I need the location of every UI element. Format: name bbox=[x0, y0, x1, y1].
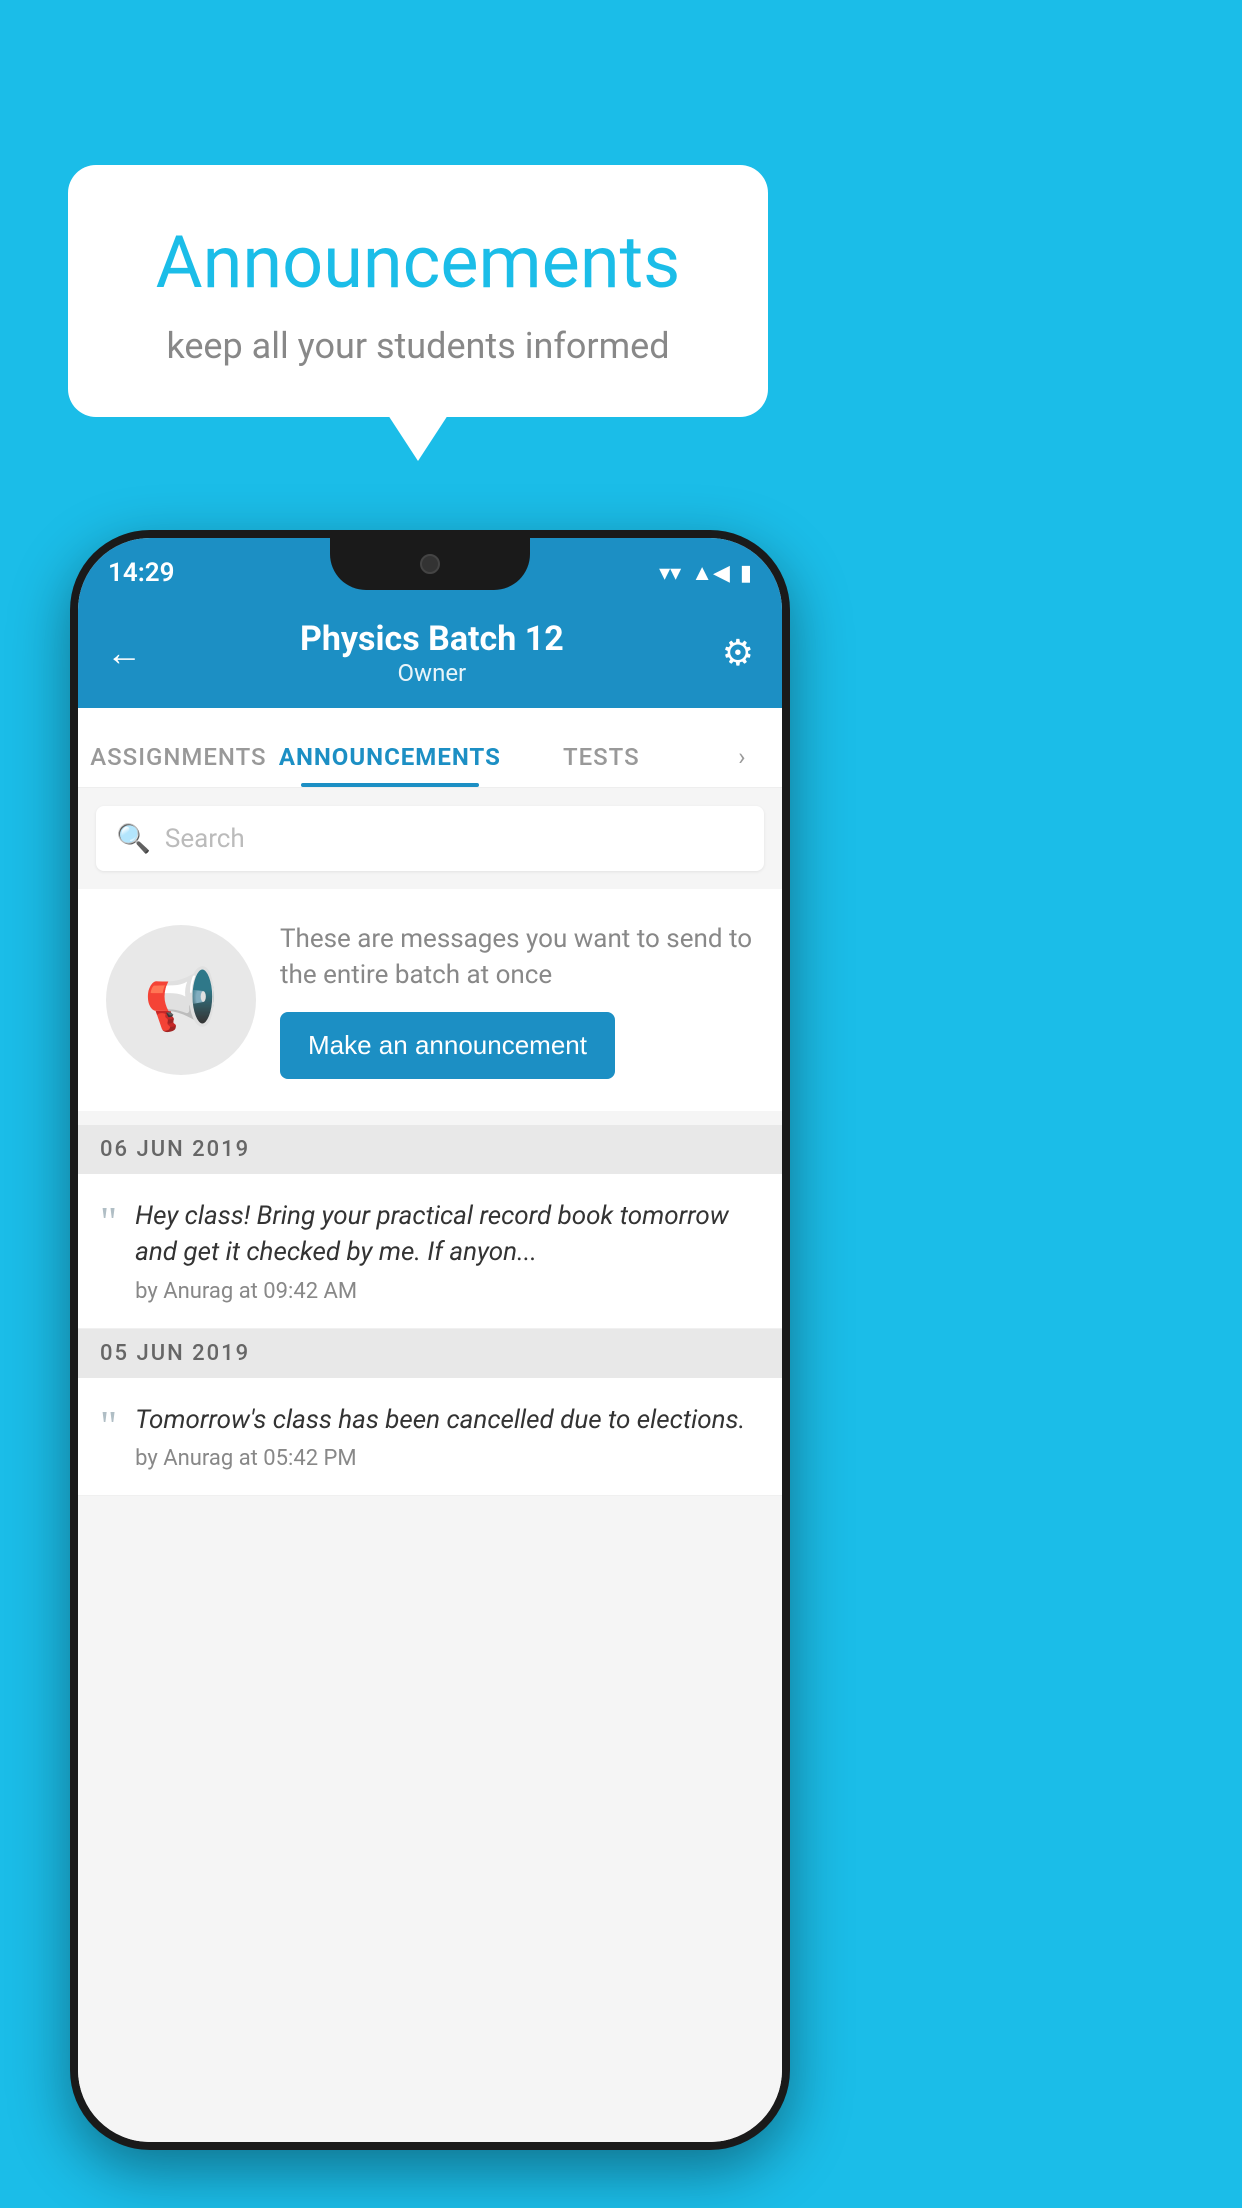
make-announcement-button[interactable]: Make an announcement bbox=[280, 1012, 615, 1079]
battery-icon: ▮ bbox=[740, 561, 752, 586]
announcement-info: These are messages you want to send to t… bbox=[280, 921, 754, 1079]
tab-announcements[interactable]: ANNOUNCEMENTS bbox=[279, 743, 501, 787]
tabs: ASSIGNMENTS ANNOUNCEMENTS TESTS › bbox=[78, 708, 782, 788]
user-role: Owner bbox=[300, 659, 564, 687]
announcement-message-2: Tomorrow's class has been cancelled due … bbox=[135, 1402, 760, 1438]
announcement-meta-1: by Anurag at 09:42 AM bbox=[135, 1279, 760, 1304]
content-area: 🔍 Search 📢 These are messages you want t… bbox=[78, 788, 782, 2142]
tab-tests[interactable]: TESTS bbox=[501, 743, 702, 787]
quote-icon-1: " bbox=[100, 1202, 117, 1244]
announcement-meta-2: by Anurag at 05:42 PM bbox=[135, 1446, 760, 1471]
announcement-text-1: Hey class! Bring your practical record b… bbox=[135, 1198, 760, 1304]
tab-assignments[interactable]: ASSIGNMENTS bbox=[78, 743, 279, 787]
phone-frame: 14:29 ▾▾ ▲◀ ▮ ← Physics Batch 12 Owner ⚙… bbox=[70, 530, 790, 2150]
megaphone-icon: 📢 bbox=[144, 964, 219, 1035]
announcement-empty-state: 📢 These are messages you want to send to… bbox=[78, 889, 782, 1111]
status-icons: ▾▾ ▲◀ ▮ bbox=[659, 560, 752, 586]
megaphone-circle: 📢 bbox=[106, 925, 256, 1075]
header-center: Physics Batch 12 Owner bbox=[300, 619, 564, 687]
app-header: ← Physics Batch 12 Owner ⚙ bbox=[78, 598, 782, 708]
signal-icon: ▲◀ bbox=[691, 560, 730, 586]
date-separator-2: 05 JUN 2019 bbox=[78, 1329, 782, 1378]
settings-icon[interactable]: ⚙ bbox=[722, 632, 754, 674]
search-bar[interactable]: 🔍 Search bbox=[96, 806, 764, 871]
status-time: 14:29 bbox=[108, 558, 175, 588]
wifi-icon: ▾▾ bbox=[659, 561, 681, 586]
speech-bubble: Announcements keep all your students inf… bbox=[68, 165, 768, 417]
batch-name: Physics Batch 12 bbox=[300, 619, 564, 659]
announcement-message-1: Hey class! Bring your practical record b… bbox=[135, 1198, 760, 1271]
bubble-subtitle: keep all your students informed bbox=[128, 325, 708, 367]
front-camera bbox=[420, 554, 440, 574]
announcement-text-2: Tomorrow's class has been cancelled due … bbox=[135, 1402, 760, 1471]
announcement-item-2[interactable]: " Tomorrow's class has been cancelled du… bbox=[78, 1378, 782, 1496]
search-placeholder: Search bbox=[165, 824, 245, 854]
search-icon: 🔍 bbox=[116, 822, 151, 855]
tab-more[interactable]: › bbox=[702, 743, 782, 787]
phone-inner: 14:29 ▾▾ ▲◀ ▮ ← Physics Batch 12 Owner ⚙… bbox=[78, 538, 782, 2142]
date-separator-1: 06 JUN 2019 bbox=[78, 1125, 782, 1174]
announcement-description: These are messages you want to send to t… bbox=[280, 921, 754, 994]
quote-icon-2: " bbox=[100, 1406, 117, 1448]
announcement-item-1[interactable]: " Hey class! Bring your practical record… bbox=[78, 1174, 782, 1329]
phone-notch bbox=[330, 538, 530, 590]
back-button[interactable]: ← bbox=[106, 632, 142, 674]
bubble-title: Announcements bbox=[128, 220, 708, 305]
